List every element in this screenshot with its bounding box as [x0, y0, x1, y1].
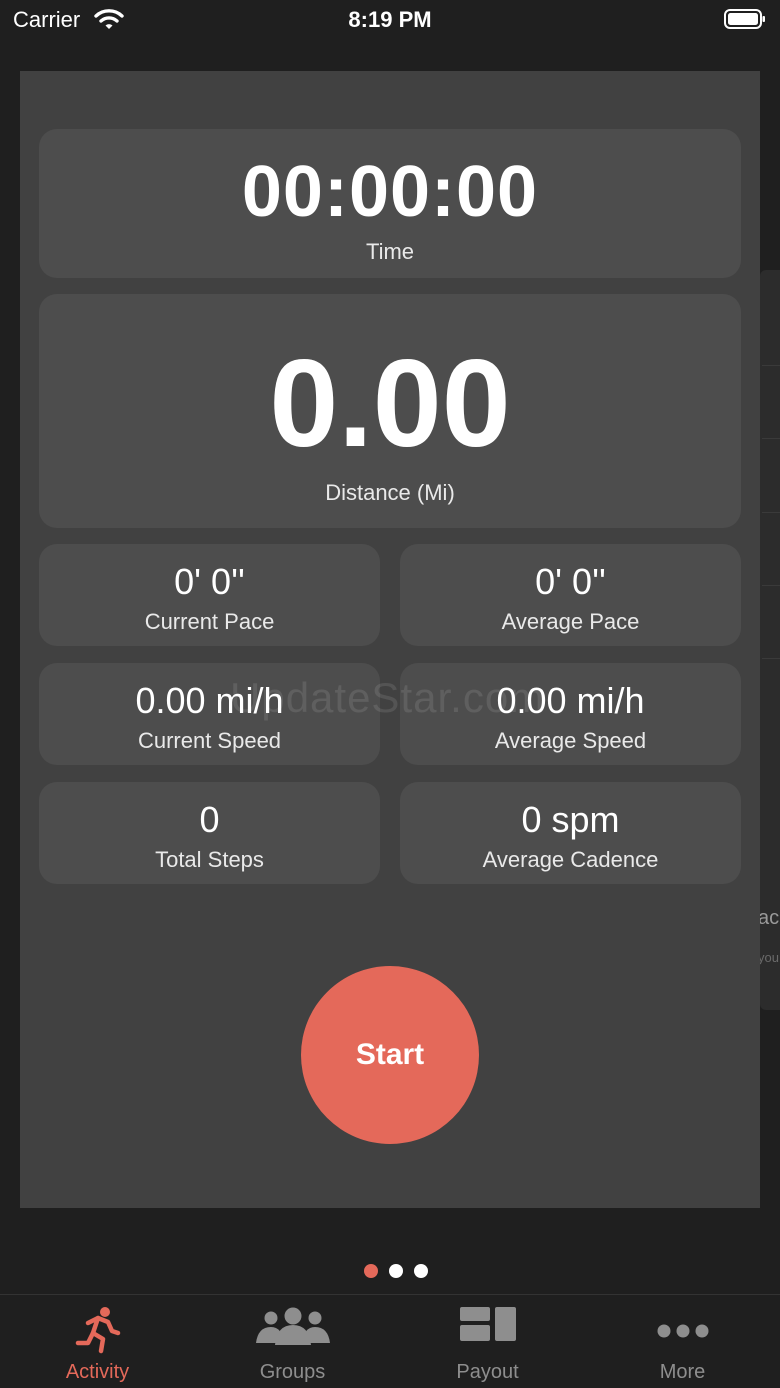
next-page-peek[interactable]: [760, 270, 780, 1010]
total-steps-tile: 0 Total Steps: [39, 782, 380, 884]
page-dot-active[interactable]: [364, 1264, 378, 1278]
peek-divider: [762, 512, 780, 513]
tab-label: Activity: [65, 1361, 130, 1383]
page-dot[interactable]: [389, 1264, 403, 1278]
tab-label: More: [659, 1361, 706, 1383]
start-button[interactable]: Start: [301, 966, 479, 1144]
battery-icon: [724, 9, 765, 29]
peek-divider: [762, 438, 780, 439]
peek-divider: [762, 365, 780, 366]
current-speed-label: Current Speed: [137, 728, 282, 753]
current-speed-tile: 0.00 mi/h Current Speed: [39, 663, 380, 765]
status-time: 8:19 PM: [348, 7, 432, 32]
peek-text: ac: [758, 907, 780, 929]
average-pace-tile: 0' 0'' Average Pace: [400, 544, 741, 646]
average-cadence-label: Average Cadence: [482, 847, 659, 872]
average-cadence-tile: 0 spm Average Cadence: [400, 782, 741, 884]
average-pace-value: 0' 0'': [535, 561, 606, 602]
tab-groups[interactable]: Groups: [195, 1295, 390, 1388]
current-pace-tile: 0' 0'' Current Pace: [39, 544, 380, 646]
distance-value: 0.00: [269, 335, 511, 473]
average-pace-label: Average Pace: [501, 609, 640, 634]
tab-activity[interactable]: Activity: [0, 1295, 195, 1388]
time-value: 00:00:00: [241, 152, 539, 232]
average-cadence-value: 0 spm: [521, 799, 620, 840]
more-icon: [656, 1305, 710, 1350]
current-pace-label: Current Pace: [144, 609, 275, 634]
running-icon: [74, 1305, 122, 1360]
average-speed-tile: 0.00 mi/h Average Speed: [400, 663, 741, 765]
peek-divider: [762, 585, 780, 586]
time-tile: 00:00:00 Time: [39, 129, 741, 278]
payout-icon: [459, 1305, 517, 1350]
groups-icon: [254, 1305, 332, 1356]
peek-small-text: you: [758, 950, 779, 965]
distance-label: Distance (Mi): [325, 480, 455, 505]
activity-card: 00:00:00 Time 0.00 Distance (Mi) 0' 0'' …: [20, 71, 760, 1208]
tab-bar: Activity Groups Payout More: [0, 1294, 780, 1388]
peek-divider: [762, 658, 780, 659]
tab-label: Groups: [259, 1361, 326, 1383]
current-pace-value: 0' 0'': [174, 561, 245, 602]
tab-label: Payout: [456, 1361, 519, 1383]
tab-payout[interactable]: Payout: [390, 1295, 585, 1388]
distance-tile: 0.00 Distance (Mi): [39, 294, 741, 528]
status-bar: Carrier 8:19 PM: [0, 0, 780, 44]
average-speed-label: Average Speed: [494, 728, 647, 753]
time-label: Time: [365, 239, 415, 264]
total-steps-value: 0: [199, 799, 220, 840]
tab-more[interactable]: More: [585, 1295, 780, 1388]
current-speed-value: 0.00 mi/h: [135, 680, 284, 721]
page-dot[interactable]: [414, 1264, 428, 1278]
average-speed-value: 0.00 mi/h: [496, 680, 645, 721]
total-steps-label: Total Steps: [155, 847, 264, 872]
